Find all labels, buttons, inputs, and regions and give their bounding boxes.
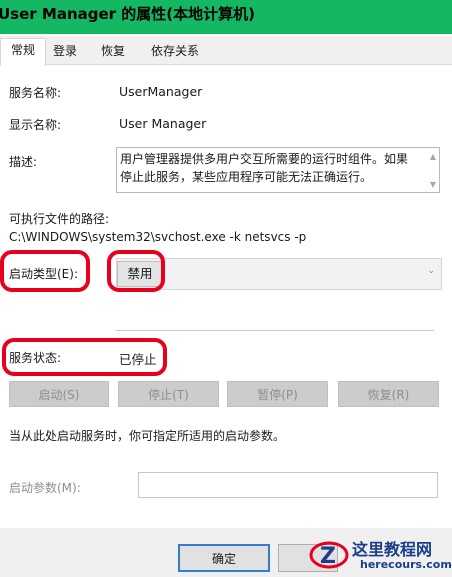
display-name-label: 显示名称: — [9, 118, 62, 132]
tab-recovery[interactable]: 恢复 — [96, 40, 130, 62]
service-name-label: 服务名称: — [9, 86, 62, 100]
divider — [116, 330, 434, 331]
watermark-en: herecours.com — [360, 558, 452, 571]
highlight-service-status — [2, 338, 167, 376]
start-params-label: 启动参数(M): — [9, 481, 81, 495]
chevron-down-icon: ⌄ — [427, 266, 435, 276]
scroll-down-icon[interactable]: ▼ — [430, 180, 436, 189]
tab-dependencies[interactable]: 依存关系 — [144, 40, 206, 62]
start-params-hint: 当从此处启动服务时，你可指定所适用的启动参数。 — [9, 429, 286, 443]
description-box[interactable]: 用户管理器提供多用户交互所需要的运行时组件。如果停止此服务，某些应用程序可能无法… — [116, 147, 440, 193]
svg-text:Z: Z — [320, 544, 336, 569]
scroll-up-icon[interactable]: ▲ — [430, 152, 436, 161]
start-button[interactable]: 启动(S) — [9, 381, 109, 407]
watermark-logo-icon: Z — [309, 541, 349, 569]
tab-general[interactable]: 常规 — [0, 38, 46, 66]
tab-strip: 常规 登录 恢复 依存关系 — [0, 36, 452, 66]
description-label: 描述: — [9, 155, 38, 169]
resume-button[interactable]: 恢复(R) — [338, 381, 439, 407]
watermark: Z 这里教程网 herecours.com — [304, 534, 452, 577]
stop-button[interactable]: 停止(T) — [118, 381, 219, 407]
service-name-value: UserManager — [119, 84, 203, 99]
highlight-startup-value — [107, 250, 165, 292]
display-name-value: User Manager — [119, 116, 207, 131]
window-title: User Manager 的属性(本地计算机) — [0, 5, 255, 23]
exe-path-value: C:\WINDOWS\system32\svchost.exe -k netsv… — [9, 230, 307, 244]
exe-path-label: 可执行文件的路径: — [9, 212, 110, 226]
ok-button[interactable]: 确定 — [178, 544, 270, 572]
description-text: 用户管理器提供多用户交互所需要的运行时组件。如果停止此服务，某些应用程序可能无法… — [120, 152, 409, 184]
pause-button[interactable]: 暂停(P) — [227, 381, 328, 407]
tab-logon[interactable]: 登录 — [48, 40, 82, 62]
highlight-startup-label — [0, 250, 90, 292]
title-bar: User Manager 的属性(本地计算机) — [0, 0, 452, 34]
watermark-cn: 这里教程网 — [352, 540, 433, 559]
start-params-input[interactable] — [138, 472, 438, 498]
